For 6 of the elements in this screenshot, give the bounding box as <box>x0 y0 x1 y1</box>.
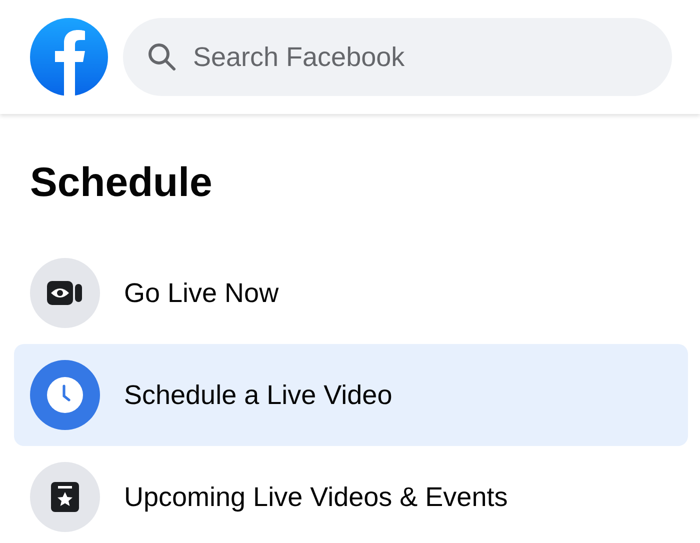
menu-item[interactable]: Upcoming Live Videos & Events <box>14 446 688 543</box>
section-title: Schedule <box>29 158 214 207</box>
search-field[interactable]: Search Facebook <box>123 18 672 96</box>
logo-icon[interactable] <box>30 18 108 96</box>
menu-item[interactable]: Schedule a Live Video <box>14 344 688 446</box>
menu-item[interactable]: Go Live Now <box>14 242 688 344</box>
